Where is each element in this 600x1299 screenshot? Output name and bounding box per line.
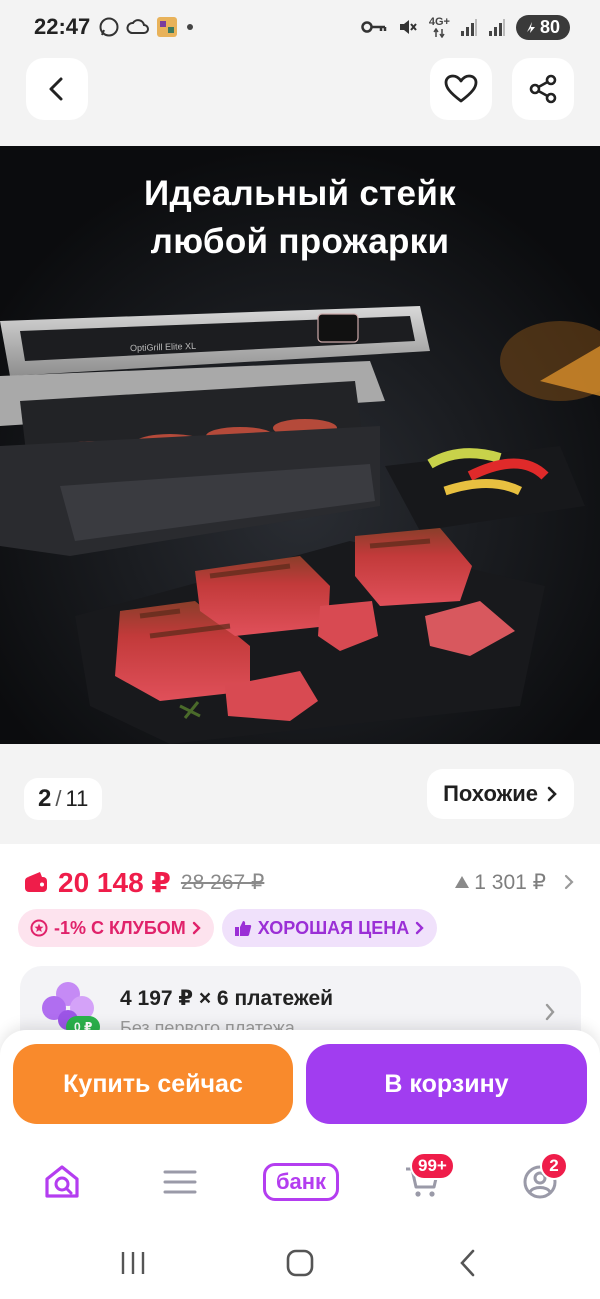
similar-button[interactable]: Похожие	[427, 769, 574, 819]
top-bar	[0, 54, 600, 146]
image-counter: 2 / 11	[24, 778, 103, 820]
battery-indicator: 80	[515, 14, 570, 40]
product-image[interactable]: Идеальный стейк любой прожарки OptiGrill…	[0, 146, 600, 744]
chevron-right-icon	[547, 786, 557, 802]
bottom-nav: банк 99+ 2	[0, 1138, 600, 1228]
add-to-cart-button[interactable]: В корзину	[306, 1044, 587, 1124]
thumbs-up-icon	[234, 921, 251, 936]
cart-count-badge: 99+	[410, 1152, 455, 1180]
signal-icon	[488, 19, 505, 36]
current-price: 20 148 ₽	[58, 866, 171, 898]
price-row: 20 148 ₽ 28 267 ₽ 1 301 ₽	[24, 862, 576, 902]
home-icon[interactable]	[285, 1248, 315, 1278]
dot-icon	[187, 24, 194, 30]
whatsapp-icon	[99, 17, 119, 37]
home-search-icon	[45, 1165, 79, 1198]
bank-label: банк	[262, 1163, 340, 1201]
app-thumb-icon	[157, 17, 178, 37]
buy-now-button[interactable]: Купить сейчас	[13, 1044, 293, 1124]
gallery-bar: 2 / 11 Похожие	[0, 744, 600, 844]
price-badges: -1% С КЛУБОМ ХОРОШАЯ ЦЕНА	[18, 909, 438, 947]
heart-icon	[444, 74, 478, 103]
hero-title: Идеальный стейк любой прожарки	[144, 174, 456, 261]
share-icon	[529, 74, 557, 104]
chevron-right-icon	[192, 921, 201, 935]
cloud-icon	[126, 19, 150, 34]
back-icon[interactable]	[456, 1248, 480, 1278]
wallet-icon	[25, 872, 47, 892]
club-discount-badge[interactable]: -1% С КЛУБОМ	[18, 909, 214, 947]
chevron-right-icon	[564, 874, 574, 890]
price-delta[interactable]: 1 301 ₽	[454, 870, 576, 895]
mute-icon	[399, 20, 417, 34]
share-button[interactable]	[512, 58, 574, 120]
purchase-actions: Купить сейчас В корзину	[0, 1030, 600, 1138]
star-circle-icon	[30, 919, 48, 937]
menu-icon	[163, 1170, 197, 1194]
back-arrow-icon	[49, 77, 63, 101]
chevron-right-icon	[416, 921, 424, 935]
nav-catalog[interactable]	[158, 1158, 202, 1206]
signal-icon	[460, 19, 477, 36]
installments-amount: 4 197 ₽ × 6 платежей	[120, 987, 334, 1010]
favorite-button[interactable]	[430, 58, 492, 120]
nav-home[interactable]	[38, 1158, 86, 1206]
status-time: 22:47	[34, 14, 91, 39]
battery-icon	[526, 22, 535, 33]
system-nav-bar	[0, 1228, 600, 1299]
back-button[interactable]	[26, 58, 88, 120]
key-icon	[361, 21, 387, 33]
good-price-badge[interactable]: ХОРОШАЯ ЦЕНА	[221, 909, 438, 947]
data-arrows-icon	[433, 27, 446, 38]
profile-count-badge: 2	[540, 1152, 568, 1180]
network-indicator: 4G+	[429, 16, 450, 38]
recent-apps-icon[interactable]	[118, 1250, 148, 1276]
triangle-up-icon	[455, 876, 470, 888]
old-price: 28 267 ₽	[180, 870, 265, 894]
status-bar: 22:47 4G+ 80	[0, 0, 600, 54]
chevron-right-icon	[545, 1003, 555, 1021]
nav-bank[interactable]: банк	[260, 1158, 342, 1206]
